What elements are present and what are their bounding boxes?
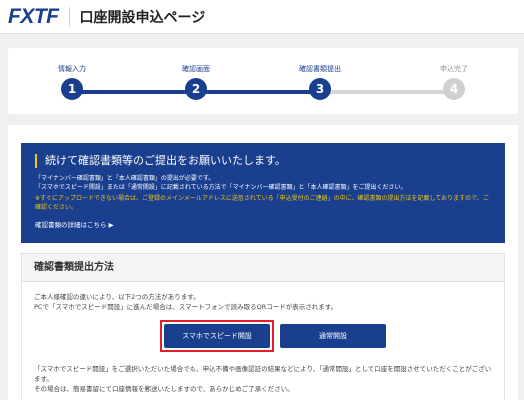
document-details-link[interactable]: 確認書類の詳細はこちら ▶: [35, 219, 114, 229]
notice-line: 「マイナンバー確認書類」と「本人確認書類」の提出が必要です。: [35, 175, 215, 182]
notice-title: 続けて確認書類等のご提出をお願いいたします。: [35, 154, 491, 168]
step-label: 確認書類提出: [299, 65, 341, 73]
step-number: 2: [185, 78, 207, 100]
step-confirm: 確認画面 2: [156, 48, 236, 100]
page-title: 口座開設申込ページ: [79, 9, 206, 26]
step-info-input: 情報入力 1: [32, 48, 112, 100]
speed-open-button[interactable]: スマホでスピード開設: [164, 324, 270, 348]
step-label: 確認画面: [182, 65, 210, 73]
section-heading: 確認書類提出方法: [22, 254, 504, 282]
main-panel: 続けて確認書類等のご提出をお願いいたします。 「マイナンバー確認書類」と「本人確…: [8, 125, 518, 400]
submission-notice: 続けて確認書類等のご提出をお願いいたします。 「マイナンバー確認書類」と「本人確…: [21, 143, 505, 243]
step-number: 1: [61, 78, 83, 100]
notice-warning: ※すぐにアップロードできない場合は、ご登録のメインメールアドレスに送信されている…: [35, 195, 489, 211]
method-note: その場合は、簡易書留にて口座情報を郵送いたしますので、あらかじめご了承ください。: [34, 385, 294, 393]
step-document-submit: 確認書類提出 3: [280, 48, 360, 100]
step-number: 3: [309, 78, 331, 100]
step-label: 情報入力: [58, 65, 86, 73]
submission-method-section: 確認書類提出方法 ご本人様確認の違いにより、以下2つの方法があります。 PCで「…: [21, 253, 505, 400]
method-buttons: スマホでスピード開設 通常開設: [34, 318, 492, 358]
step-complete: 申込完了 4: [414, 48, 494, 100]
section-body: ご本人様確認の違いにより、以下2つの方法があります。 PCで「スマホでスピード開…: [22, 282, 504, 394]
method-intro: PCで「スマホでスピード開設」に進んだ場合は、スマートフォンで読み取るQRコード…: [34, 303, 338, 311]
step-label: 申込完了: [440, 65, 468, 73]
site-header: FXTF 口座開設申込ページ: [0, 0, 524, 34]
notice-line: 「スマホでスピード開設」または「通常開設」に記載されている方法で「マイナンバー確…: [35, 184, 407, 191]
header-divider: [68, 6, 70, 27]
step-number: 4: [443, 78, 465, 100]
fxtf-logo[interactable]: FXTF: [8, 5, 59, 29]
method-intro: ご本人様確認の違いにより、以下2つの方法があります。: [34, 293, 200, 301]
progress-stepper: 情報入力 1 確認画面 2 確認書類提出 3 申込完了 4: [8, 48, 518, 114]
normal-open-button[interactable]: 通常開設: [280, 324, 386, 348]
method-note: 「スマホでスピード開設」をご選択いただいた場合でも、申込不備や画像認証の結果など…: [34, 365, 492, 383]
